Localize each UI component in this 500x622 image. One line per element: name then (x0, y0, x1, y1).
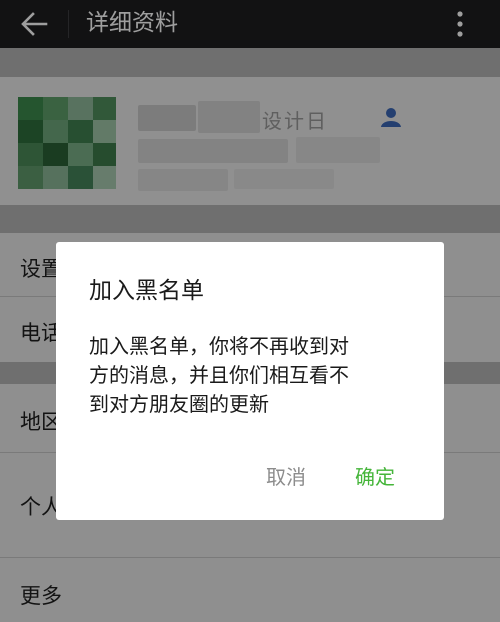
blacklist-dialog: 加入黑名单 加入黑名单，你将不再收到对 方的消息，并且你们相互看不 到对方朋友圈… (56, 242, 444, 520)
cancel-button[interactable]: 取消 (266, 464, 306, 490)
dialog-title: 加入黑名单 (89, 278, 204, 304)
dialog-message: 加入黑名单，你将不再收到对 方的消息，并且你们相互看不 到对方朋友圈的更新 (89, 332, 419, 419)
dialog-message-line: 到对方朋友圈的更新 (89, 392, 269, 416)
dialog-message-line: 加入黑名单，你将不再收到对 (89, 334, 349, 358)
dialog-message-line: 方的消息，并且你们相互看不 (89, 363, 349, 387)
confirm-button[interactable]: 确定 (355, 464, 395, 490)
